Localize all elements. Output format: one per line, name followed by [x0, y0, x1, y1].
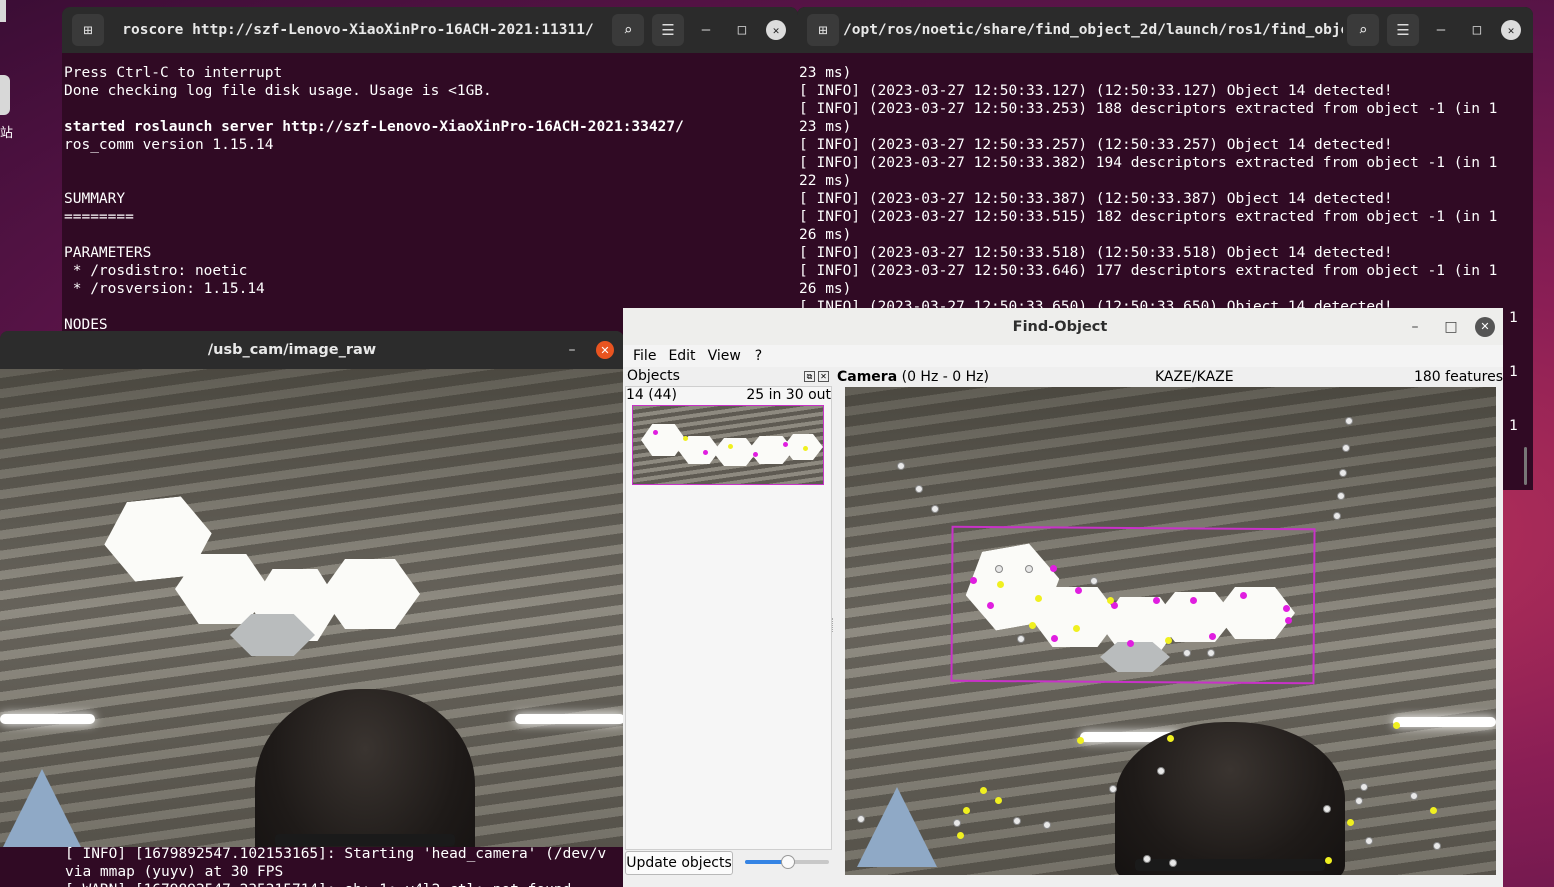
object-thumbnail[interactable] — [632, 405, 824, 485]
usb-cam-terminal-window[interactable]: [ INFO] [1679892547.102153165]: Starting… — [0, 845, 624, 887]
image-raw-titlebar[interactable]: /usb_cam/image_raw – ✕ — [0, 331, 624, 369]
image-raw-window[interactable]: /usb_cam/image_raw – ✕ — [0, 331, 624, 847]
update-objects-button[interactable]: Update objects — [625, 851, 733, 875]
terminal-line: [ INFO] (2023-03-27 12:50:33.387) (12:50… — [799, 191, 1393, 207]
right-edge-fragment: 1 — [1509, 418, 1518, 434]
terminal-line: 23 ms) — [799, 65, 852, 81]
search-icon[interactable]: ⌕ — [1347, 14, 1379, 46]
new-tab-icon[interactable]: ⊞ — [807, 14, 839, 46]
menu-view[interactable]: View — [708, 348, 741, 364]
terminal-line: [ INFO] (2023-03-27 12:50:33.518) (12:50… — [799, 245, 1393, 261]
close-icon[interactable]: ✕ — [1501, 20, 1521, 40]
terminal-line: SUMMARY — [64, 191, 126, 207]
terminal-line: [ INFO] (2023-03-27 12:50:33.127) (12:50… — [799, 83, 1393, 99]
right-edge-fragment: 1 — [1509, 364, 1518, 380]
desktop-icon-label: 站 — [0, 126, 14, 141]
detection-box — [950, 525, 1316, 685]
hamburger-menu-icon[interactable]: ☰ — [1387, 14, 1419, 46]
close-icon[interactable]: ✕ — [1475, 316, 1495, 337]
camera-rate: (0 Hz - 0 Hz) — [897, 369, 989, 385]
menu-edit[interactable]: Edit — [668, 348, 695, 364]
maximize-icon[interactable]: □ — [1433, 319, 1469, 335]
minimize-icon[interactable]: – — [1423, 22, 1459, 38]
camera-view — [845, 387, 1496, 875]
threshold-slider[interactable] — [745, 855, 829, 869]
search-icon[interactable]: ⌕ — [612, 14, 644, 46]
right-edge-fragment: 1 — [1509, 310, 1518, 326]
find-object-title: Find-Object — [1012, 318, 1108, 335]
close-icon[interactable]: ✕ — [596, 341, 614, 359]
objects-panel: Objects ⧉ ✕ 14 (44) 25 in 30 out Update … — [623, 367, 833, 887]
terminal-line: * /rosversion: 1.15.14 — [64, 281, 265, 297]
terminal-output: 23 ms) [ INFO] (2023-03-27 12:50:33.127) … — [799, 64, 1533, 316]
terminal-line: ======== — [64, 209, 134, 225]
object-id: 14 (44) — [626, 387, 678, 403]
image-raw-title: /usb_cam/image_raw — [207, 342, 377, 358]
terminal-line: 26 ms) — [799, 227, 852, 243]
scrollbar-thumb[interactable] — [1524, 447, 1527, 485]
minimize-icon[interactable]: – — [1397, 319, 1433, 335]
terminal-line: [ INFO] (2023-03-27 12:50:33.257) (12:50… — [799, 137, 1393, 153]
close-panel-icon[interactable]: ✕ — [818, 371, 829, 382]
terminal-line: PARAMETERS — [64, 245, 152, 261]
minimize-icon[interactable]: – — [688, 22, 724, 38]
menu-file[interactable]: File — [633, 348, 656, 364]
undock-icon[interactable]: ⧉ — [804, 371, 815, 382]
detector-label: KAZE/KAZE — [1155, 369, 1234, 385]
new-tab-icon[interactable]: ⊞ — [72, 14, 104, 46]
minimize-icon[interactable]: – — [554, 342, 590, 358]
terminal-line: [ WARN] [1679892547.235215714]: sh: 1: v… — [65, 881, 624, 887]
terminal-line: 23 ms) — [799, 119, 852, 135]
close-icon[interactable]: ✕ — [766, 20, 786, 40]
desktop-icon[interactable] — [0, 75, 10, 115]
object-stats: 25 in 30 out — [746, 387, 831, 403]
terminal-line: via mmap (yuyv) at 30 FPS — [65, 864, 284, 880]
terminal-title: /opt/ros/noetic/share/find_object_2d/lau… — [843, 22, 1343, 38]
terminal-output: Press Ctrl-C to interrupt Done checking l… — [64, 64, 798, 334]
terminal-titlebar[interactable]: ⊞ /opt/ros/noetic/share/find_object_2d/l… — [797, 7, 1533, 53]
terminal-title: roscore http://szf-Lenovo-XiaoXinPro-16A… — [122, 22, 594, 38]
objects-panel-header: Objects — [627, 368, 680, 384]
hamburger-menu-icon[interactable]: ☰ — [652, 14, 684, 46]
menu-help[interactable]: ? — [755, 348, 762, 364]
camera-label-bold: Camera — [837, 369, 898, 385]
terminal-output: [ INFO] [1679892547.102153165]: Starting… — [65, 845, 624, 887]
menu-bar: File Edit View ? — [623, 345, 1503, 367]
terminal-line: 22 ms) — [799, 173, 852, 189]
terminal-line: Press Ctrl-C to interrupt — [64, 65, 283, 81]
terminal-line: 26 ms) — [799, 281, 852, 297]
splitter-handle[interactable] — [832, 618, 836, 632]
roscore-terminal-window[interactable]: ⊞ roscore http://szf-Lenovo-XiaoXinPro-1… — [62, 7, 798, 337]
desktop-icon-top — [0, 0, 6, 22]
terminal-line: started roslaunch server http://szf-Leno… — [64, 119, 684, 135]
terminal-line: ros_comm version 1.15.14 — [64, 137, 274, 153]
camera-panel: Camera (0 Hz - 0 Hz) KAZE/KAZE 180 featu… — [835, 367, 1503, 887]
find-object-window[interactable]: Find-Object – □ ✕ File Edit View ? Objec… — [623, 308, 1503, 887]
terminal-line: Done checking log file disk usage. Usage… — [64, 83, 492, 99]
terminal-line: * /rosdistro: noetic — [64, 263, 248, 279]
terminal-line: [ INFO] (2023-03-27 12:50:33.253) 188 de… — [799, 101, 1498, 117]
find-object-titlebar[interactable]: Find-Object – □ ✕ — [623, 308, 1503, 346]
maximize-icon[interactable]: □ — [724, 22, 760, 38]
terminal-line: [ INFO] (2023-03-27 12:50:33.646) 177 de… — [799, 263, 1498, 279]
maximize-icon[interactable]: □ — [1459, 22, 1495, 38]
camera-image — [0, 369, 624, 847]
feature-count: 180 features — [1413, 369, 1503, 385]
terminal-line: [ INFO] (2023-03-27 12:50:33.382) 194 de… — [799, 155, 1498, 171]
terminal-line: [ INFO] [1679892547.102153165]: Starting… — [65, 846, 607, 862]
terminal-line: [ INFO] (2023-03-27 12:50:33.515) 182 de… — [799, 209, 1498, 225]
object-list: 14 (44) 25 in 30 out — [625, 386, 832, 850]
camera-label: Camera (0 Hz - 0 Hz) — [837, 369, 989, 385]
terminal-titlebar[interactable]: ⊞ roscore http://szf-Lenovo-XiaoXinPro-1… — [62, 7, 798, 53]
